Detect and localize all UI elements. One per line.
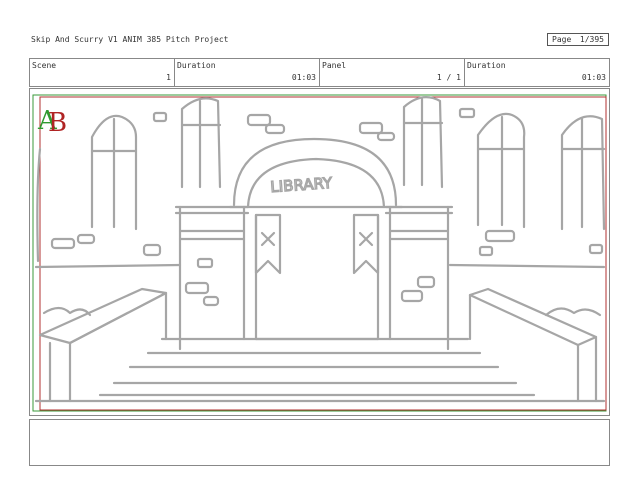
library-sketch-drawing: A B LIBRARY: [32, 94, 607, 412]
railing-left: [38, 287, 168, 345]
storyboard-panel: A B LIBRARY: [29, 88, 610, 416]
panel-label: Panel: [322, 61, 347, 70]
green-safe-frame: [32, 94, 607, 412]
panel-duration-cell: Duration 01:03: [465, 59, 609, 86]
document-title: Skip And Scurry V1 ANIM 385 Pitch Projec…: [31, 35, 229, 44]
ab-logo: A B: [37, 106, 67, 138]
info-row: Scene 1 Duration 01:03 Panel 1 / 1 Durat…: [29, 58, 610, 87]
ledge-right: [448, 263, 606, 269]
brick-2: [264, 123, 286, 135]
page-number: 1/395: [579, 35, 604, 44]
brick-1: [246, 113, 272, 127]
panel-cell: Panel 1 / 1: [320, 59, 465, 86]
page-label: Page: [552, 35, 572, 44]
notes-box: [29, 419, 610, 466]
duration-cell: Duration 01:03: [175, 59, 320, 86]
brick-4: [376, 131, 396, 142]
arch-outer: [232, 137, 398, 207]
scene-cell: Scene 1: [30, 59, 175, 86]
logo-letter-b: B: [48, 108, 67, 138]
railing-right: [468, 287, 598, 347]
panel-duration-value: 01:03: [581, 73, 606, 82]
library-sign-text: LIBRARY: [270, 174, 334, 196]
banner-left: [254, 213, 282, 275]
duration-value: 01:03: [291, 73, 316, 82]
panel-duration-label: Duration: [467, 61, 506, 70]
scene-value: 1: [166, 73, 171, 82]
scene-label: Scene: [32, 61, 57, 70]
panel-value: 1 / 1: [436, 73, 461, 82]
page-indicator: Page 1/395: [547, 33, 609, 46]
red-safe-frame: [39, 96, 607, 411]
duration-label: Duration: [177, 61, 216, 70]
ledge-left: [34, 263, 182, 269]
banner-right: [352, 213, 380, 275]
brick-3: [358, 121, 384, 135]
